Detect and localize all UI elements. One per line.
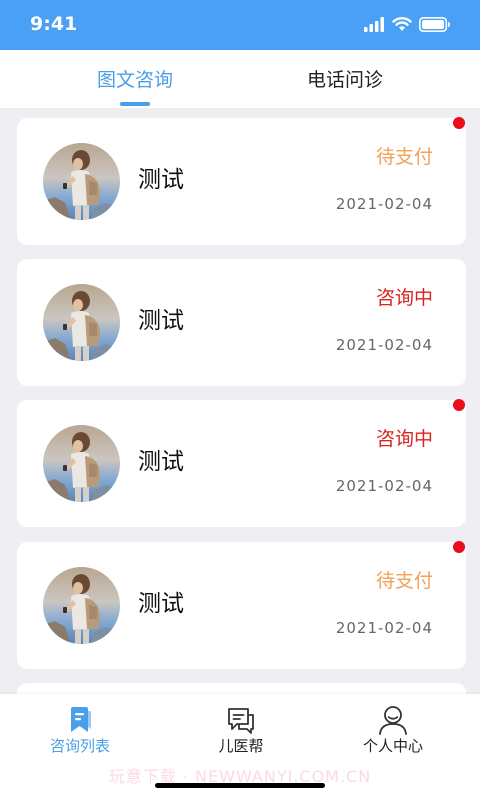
patient-name: 测试 [138,449,184,475]
home-indicator[interactable] [155,783,325,788]
avatar [43,284,120,361]
avatar [43,425,120,502]
chat-icon [228,708,254,734]
tab-label: 电话问诊 [306,69,383,91]
consultation-card[interactable]: 测试 咨询中 2021-02-04 [17,259,466,386]
consult-list-icon [71,707,91,732]
status-time: 9:41 [30,13,78,35]
status-badge: 待支付 [375,146,433,168]
tab-graphic-consultation[interactable]: 图文咨询 [75,50,195,108]
status-bar: 9:41 [0,0,480,50]
nav-label: 儿医帮 [218,737,264,755]
person-icon [379,706,407,735]
consultation-card[interactable]: 测试 待支付 2021-02-04 [17,541,466,669]
app-screen: 9:41 图文咨询 电话问诊 测试 待支付 2021-02-04 测试 咨询中 … [0,0,480,800]
tab-label: 图文咨询 [96,69,173,91]
patient-name: 测试 [138,167,184,193]
consultation-date: 2021-02-04 [335,336,433,354]
nav-consult-list[interactable]: 咨询列表 [20,694,140,764]
nav-profile[interactable]: 个人中心 [333,694,453,764]
battery-icon [419,17,450,32]
status-badge: 咨询中 [375,428,433,450]
patient-name: 测试 [138,591,184,617]
tab-phone-consultation[interactable]: 电话问诊 [285,50,405,108]
nav-label: 个人中心 [362,737,423,755]
unread-dot [453,117,465,129]
consultation-date: 2021-02-04 [335,195,433,213]
consultation-card[interactable]: 测试 待支付 2021-02-04 [17,117,466,245]
nav-pediatric-help[interactable]: 儿医帮 [181,694,301,764]
patient-name: 测试 [138,308,184,334]
tab-active-indicator [120,102,150,106]
status-badge: 咨询中 [375,287,433,309]
wifi-icon [392,17,412,31]
status-badge: 待支付 [375,570,433,592]
consultation-date: 2021-02-04 [335,477,433,495]
signal-icon [364,17,384,32]
unread-dot [453,399,465,411]
tab-bar: 图文咨询 电话问诊 [0,50,480,108]
avatar [43,143,120,220]
avatar [43,567,120,644]
consultation-date: 2021-02-04 [335,619,433,637]
unread-dot [453,541,465,553]
nav-label: 咨询列表 [49,737,110,755]
consultation-card[interactable]: 测试 咨询中 2021-02-04 [17,399,466,527]
